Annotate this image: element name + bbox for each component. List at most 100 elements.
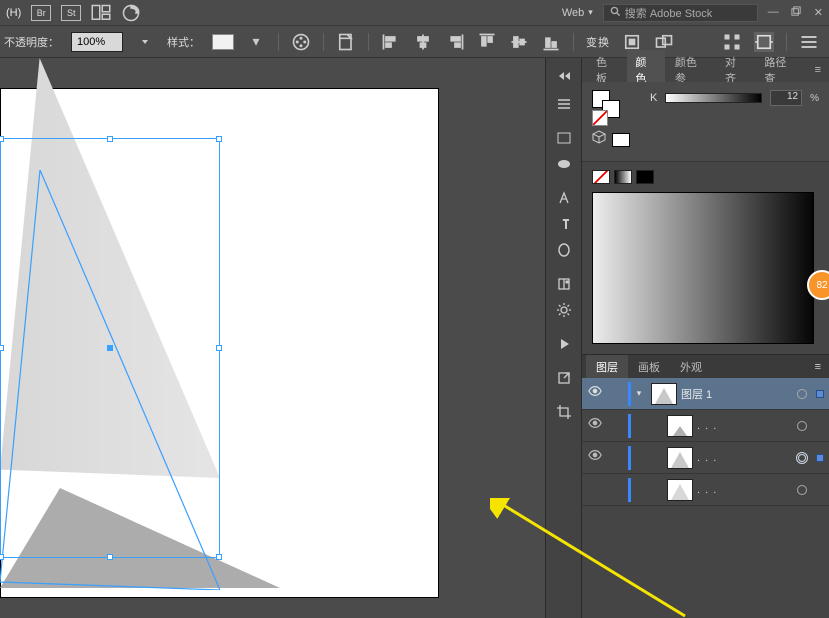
character-panel-icon[interactable] <box>554 188 574 208</box>
dock-toggle-icon[interactable] <box>554 66 574 86</box>
visibility-toggle-icon[interactable] <box>582 416 608 435</box>
color-swatch-small[interactable] <box>612 133 630 147</box>
layer-row[interactable]: . . . <box>582 442 829 474</box>
opacity-dropdown-icon[interactable] <box>135 32 155 52</box>
k-slider[interactable] <box>665 93 762 103</box>
layer-row[interactable]: . . . <box>582 474 829 506</box>
menu-item-help[interactable]: (H) <box>6 7 21 19</box>
align-hcenter-icon[interactable] <box>413 32 433 52</box>
application-menu-bar: (H) Br St Web ▾ 搜索 Adobe Stock — ✕ <box>0 0 829 26</box>
window-restore-icon[interactable] <box>791 6 802 20</box>
target-indicator[interactable] <box>793 389 811 399</box>
sublayer-name-label[interactable]: . . . <box>697 420 793 432</box>
collapsed-panel-dock <box>545 58 581 618</box>
shape-mode-icon[interactable] <box>654 32 674 52</box>
gpu-preview-icon[interactable] <box>121 3 141 23</box>
layers-panel-tabs: 图层 画板 外观 ≡ <box>582 354 829 378</box>
tab-appearance[interactable]: 外观 <box>670 355 712 379</box>
align-bottom-icon[interactable] <box>541 32 561 52</box>
search-placeholder: 搜索 Adobe Stock <box>625 5 712 21</box>
gradient-swatch-linear[interactable] <box>614 170 632 184</box>
sublayer-thumbnail <box>667 415 693 437</box>
align-left-icon[interactable] <box>381 32 401 52</box>
layer-row[interactable]: . . . <box>582 410 829 442</box>
paragraph-panel-icon[interactable] <box>554 214 574 234</box>
chevron-down-icon: ▾ <box>588 7 593 18</box>
gradient-panel <box>582 161 829 354</box>
graphic-style-chevron-icon[interactable]: ▾ <box>246 32 266 52</box>
document-setup-icon[interactable] <box>336 32 356 52</box>
isolate-icon[interactable] <box>622 32 642 52</box>
gradient-swatch-black[interactable] <box>636 170 654 184</box>
sublayer-name-label[interactable]: . . . <box>697 452 793 464</box>
bridge-button[interactable]: Br <box>31 5 51 21</box>
tab-artboards[interactable]: 画板 <box>628 355 670 379</box>
window-close-icon[interactable]: ✕ <box>814 6 823 20</box>
target-indicator[interactable] <box>793 421 811 431</box>
layer-thumbnail <box>651 383 677 405</box>
grid-icon[interactable] <box>722 32 742 52</box>
snap-pixel-icon[interactable] <box>754 32 774 52</box>
layers-panel-body: ▾ 图层 1 . . . <box>582 378 829 618</box>
align-vcenter-icon[interactable] <box>509 32 529 52</box>
sublayer-thumbnail <box>667 479 693 501</box>
arrange-documents-icon[interactable] <box>91 3 111 23</box>
layer-color-strip <box>628 478 631 502</box>
tab-layers[interactable]: 图层 <box>586 355 628 379</box>
visibility-toggle-icon[interactable] <box>582 448 608 467</box>
workspace-label: Web <box>562 7 584 19</box>
dock-menu-icon[interactable] <box>554 94 574 114</box>
graphic-style-swatch[interactable] <box>212 34 234 50</box>
workspace-area: 色板 颜色 颜色参 对齐 路径查 ≡ K 12 % <box>0 58 829 618</box>
preferences-icon[interactable] <box>554 300 574 320</box>
target-indicator[interactable] <box>793 485 811 495</box>
opacity-label: 不透明度： <box>4 34 59 50</box>
color-panel-tabs: 色板 颜色 颜色参 对齐 路径查 ≡ <box>582 58 829 82</box>
color-panel-body: K 12 % <box>582 82 829 161</box>
search-icon <box>610 6 621 20</box>
shape-background-triangle <box>0 488 280 588</box>
right-panel-column: 色板 颜色 颜色参 对齐 路径查 ≡ K 12 % <box>581 58 829 618</box>
actions-panel-icon[interactable] <box>554 334 574 354</box>
swatches-panel-icon[interactable] <box>554 128 574 148</box>
selection-indicator[interactable] <box>811 454 829 462</box>
gradient-spectrum[interactable] <box>592 192 814 344</box>
layer-color-strip <box>628 414 631 438</box>
panel-menu-icon[interactable] <box>799 32 819 52</box>
opacity-input[interactable]: 100% <box>71 32 123 52</box>
layer-name-label[interactable]: 图层 1 <box>681 386 793 402</box>
visibility-toggle-icon[interactable] <box>582 384 608 403</box>
layer-row[interactable]: ▾ 图层 1 <box>582 378 829 410</box>
color-panel-menu-icon[interactable]: ≡ <box>807 64 829 76</box>
sublayer-thumbnail <box>667 447 693 469</box>
canvas[interactable] <box>0 58 545 618</box>
align-right-icon[interactable] <box>445 32 465 52</box>
symbols-panel-icon[interactable] <box>554 274 574 294</box>
crop-panel-icon[interactable] <box>554 402 574 422</box>
recolor-icon[interactable] <box>291 32 311 52</box>
k-channel-label: K <box>650 92 657 104</box>
gradient-swatch-none[interactable] <box>592 170 610 184</box>
selection-indicator[interactable] <box>811 390 829 398</box>
transform-label[interactable]: 变换 <box>586 34 610 50</box>
stock-button[interactable]: St <box>61 5 81 21</box>
align-top-icon[interactable] <box>477 32 497 52</box>
window-minimize-icon[interactable]: — <box>768 6 779 20</box>
target-indicator[interactable] <box>793 452 811 464</box>
disclosure-icon[interactable]: ▾ <box>631 388 647 399</box>
sublayer-name-label[interactable]: . . . <box>697 484 793 496</box>
k-value-input[interactable]: 12 <box>770 90 802 106</box>
none-swatch[interactable] <box>592 110 608 126</box>
graphic-style-label: 样式： <box>167 34 200 50</box>
brushes-panel-icon[interactable] <box>554 154 574 174</box>
layer-color-strip <box>628 446 631 470</box>
layers-panel-menu-icon[interactable]: ≡ <box>807 361 829 373</box>
color-3d-icon[interactable] <box>592 130 606 149</box>
fill-stroke-indicator[interactable] <box>592 90 622 120</box>
workspace-switcher[interactable]: Web ▾ <box>562 7 593 19</box>
export-panel-icon[interactable] <box>554 368 574 388</box>
stroke-panel-icon[interactable] <box>554 240 574 260</box>
k-percent-label: % <box>810 93 819 104</box>
annotation-badge: 82 <box>807 270 829 300</box>
stock-search-input[interactable]: 搜索 Adobe Stock <box>603 4 758 22</box>
